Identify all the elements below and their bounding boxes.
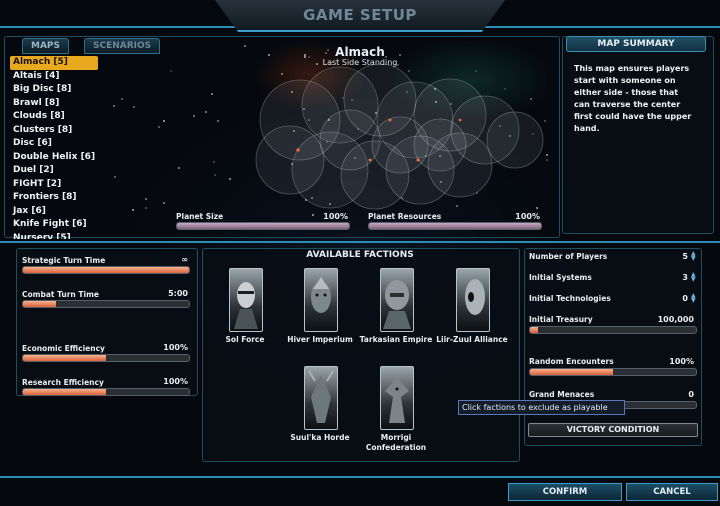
map-item[interactable]: Clusters [8] — [10, 124, 98, 138]
map-subtitle: Last Side Standing — [322, 58, 398, 67]
initial-systems-stepper[interactable]: ▲ ▼ — [691, 272, 696, 283]
map-item[interactable]: Brawl [8] — [10, 97, 98, 111]
initial-technologies-label: Initial Technologies — [529, 294, 611, 303]
tab-scenarios[interactable]: SCENARIOS — [84, 38, 161, 54]
economic-efficiency-slider[interactable] — [22, 354, 190, 362]
num-players-label: Number of Players — [529, 252, 608, 261]
map-item[interactable]: Double Helix [6] — [10, 151, 98, 165]
strategic-turn-time-value: ∞ — [181, 255, 188, 264]
map-item[interactable]: Altais [4] — [10, 70, 98, 84]
map-name: Almach — [335, 45, 385, 59]
num-players-stepper[interactable]: ▲ ▼ — [691, 251, 696, 262]
num-players-value: 5 — [682, 252, 688, 261]
liir-zuul-alliance-portrait[interactable] — [456, 268, 490, 332]
initial-treasury-label: Initial Treasury — [529, 315, 593, 324]
combat-turn-time-value: 5:00 — [168, 289, 188, 298]
planet-size-value: 100% — [323, 212, 348, 221]
research-efficiency-slider[interactable] — [22, 388, 190, 396]
map-item[interactable]: Jax [6] — [10, 205, 98, 219]
map-item[interactable]: Big Disc [8] — [10, 83, 98, 97]
initial-systems-label: Initial Systems — [529, 273, 592, 282]
map-item[interactable]: Duel [2] — [10, 164, 98, 178]
initial-technologies-stepper[interactable]: ▲ ▼ — [691, 293, 696, 304]
initial-systems-value: 3 — [682, 273, 688, 282]
galaxy-map-preview[interactable] — [230, 60, 550, 220]
available-factions-header: AVAILABLE FACTIONS — [306, 250, 414, 260]
morrigi-confederation-portrait[interactable] — [380, 366, 414, 430]
bottom-frame-line — [0, 476, 720, 478]
random-encounters-slider[interactable] — [529, 368, 697, 376]
map-item-selected[interactable]: Almach [5] — [10, 56, 98, 70]
planet-size-label: Planet Size — [176, 212, 224, 221]
random-encounters-value: 100% — [669, 357, 694, 366]
page-title: GAME SETUP — [303, 6, 417, 24]
strategic-turn-time-slider[interactable] — [22, 266, 190, 274]
hiver-imperium-portrait[interactable] — [304, 268, 338, 332]
confirm-button[interactable]: CONFIRM — [508, 483, 622, 501]
initial-treasury-value: 100,000 — [657, 315, 694, 324]
faction-name-morrigi-confederation: Morrigi Confederation — [365, 433, 427, 452]
map-summary-text: This map ensures players start with some… — [574, 64, 692, 133]
map-list: Almach [5] Altais [4] Big Disc [8] Brawl… — [10, 56, 98, 239]
combat-turn-time-label: Combat Turn Time — [22, 290, 99, 299]
economic-efficiency-value: 100% — [163, 343, 188, 352]
research-efficiency-label: Research Efficiency — [22, 378, 104, 387]
planet-resources-label: Planet Resources — [368, 212, 442, 221]
map-item[interactable]: Clouds [8] — [10, 110, 98, 124]
suulka-horde-portrait[interactable] — [304, 366, 338, 430]
grand-menaces-value: 0 — [688, 390, 694, 399]
economic-efficiency-label: Economic Efficiency — [22, 344, 105, 353]
tarkasian-empire-portrait[interactable] — [380, 268, 414, 332]
map-item[interactable]: Disc [6] — [10, 137, 98, 151]
grand-menaces-label: Grand Menaces — [529, 390, 595, 399]
random-encounters-label: Random Encounters — [529, 357, 614, 366]
planet-resources-slider[interactable] — [368, 222, 542, 230]
map-item[interactable]: Nursery [5] — [10, 232, 98, 239]
planet-resources-value: 100% — [515, 212, 540, 221]
map-item[interactable]: FIGHT [2] — [10, 178, 98, 192]
middle-frame-line — [0, 241, 720, 243]
victory-condition-button[interactable]: VICTORY CONDITION — [528, 423, 698, 437]
research-efficiency-value: 100% — [163, 377, 188, 386]
map-item[interactable]: Knife Fight [6] — [10, 218, 98, 232]
tab-maps[interactable]: MAPS — [22, 38, 69, 54]
planet-size-slider[interactable] — [176, 222, 350, 230]
sol-force-portrait[interactable] — [229, 268, 263, 332]
map-item[interactable]: Frontiers [8] — [10, 191, 98, 205]
cancel-button[interactable]: CANCEL — [626, 483, 718, 501]
map-summary-header: MAP SUMMARY — [566, 36, 706, 52]
initial-treasury-slider[interactable] — [529, 326, 697, 334]
factions-tooltip: Click factions to exclude as playable — [458, 400, 625, 415]
combat-turn-time-slider[interactable] — [22, 300, 190, 308]
initial-technologies-value: 0 — [682, 294, 688, 303]
strategic-turn-time-label: Strategic Turn Time — [22, 256, 106, 265]
faction-name-liir-zuul-alliance: Liir-Zuul Alliance — [436, 335, 508, 344]
